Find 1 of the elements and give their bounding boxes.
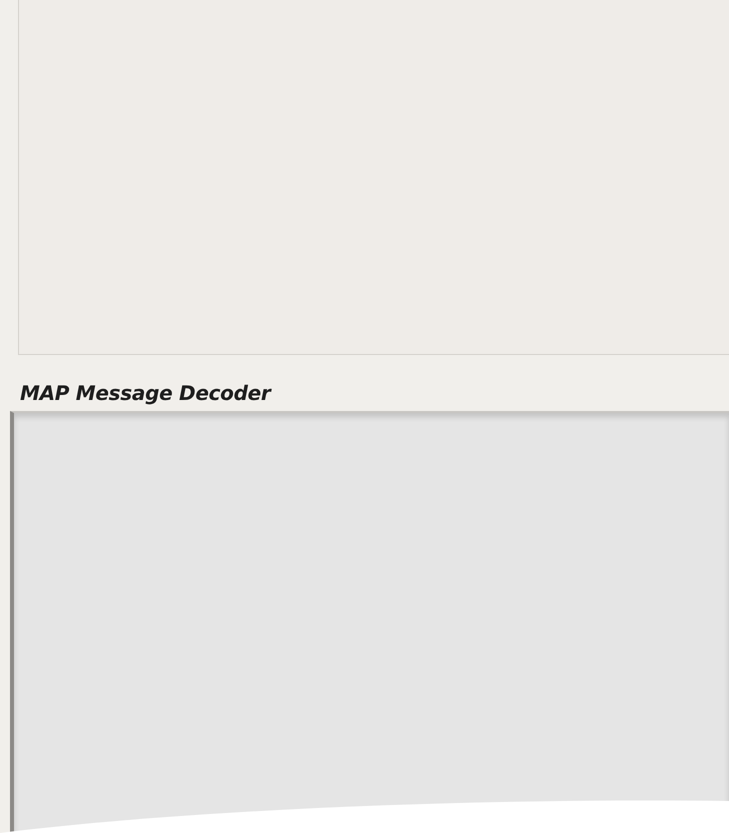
section-title: MAP Message Decoder	[19, 380, 273, 407]
